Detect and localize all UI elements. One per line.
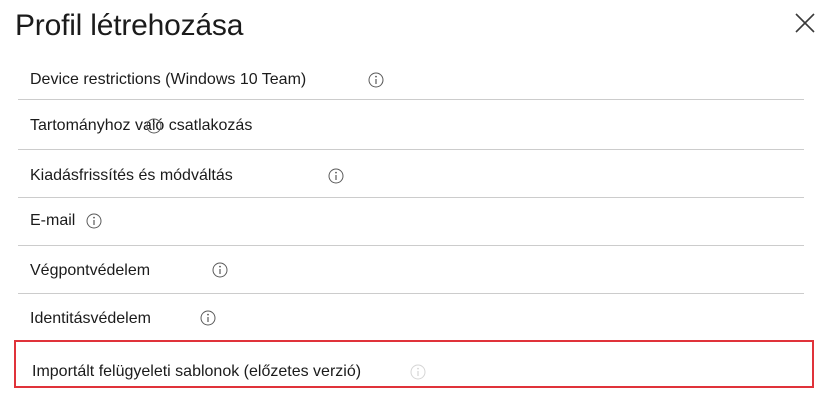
- list-item-label: Tartományhoz való csatlakozás: [30, 117, 253, 134]
- list-item[interactable]: E-mail: [18, 198, 804, 246]
- list-item-label: Kiadásfrissítés és módváltás: [30, 167, 233, 184]
- list-item-label: Végpontvédelem: [30, 262, 151, 279]
- list-item-label: Importált felügyeleti sablonok (előzetes…: [32, 363, 362, 380]
- info-icon[interactable]: [368, 72, 384, 88]
- close-icon: [795, 13, 815, 33]
- list-item-label: Identitásvédelem: [30, 310, 151, 327]
- list-item-highlighted[interactable]: Importált felügyeleti sablonok (előzetes…: [14, 340, 814, 388]
- list-item-label: Device restrictions (Windows 10 Team): [30, 71, 307, 88]
- list-item[interactable]: Identitásvédelem: [18, 294, 804, 340]
- list-item[interactable]: Kiadásfrissítés és módváltás: [18, 150, 804, 198]
- info-icon[interactable]: [86, 213, 102, 229]
- list-item[interactable]: Végpontvédelem: [18, 246, 804, 294]
- close-button[interactable]: [794, 12, 816, 34]
- info-icon[interactable]: [200, 310, 216, 326]
- list-item[interactable]: Tartományhoz való csatlakozás: [18, 100, 804, 150]
- info-icon[interactable]: [328, 168, 344, 184]
- list-item-label: E-mail: [30, 212, 76, 229]
- page-title: Profil létrehozása: [15, 9, 244, 42]
- info-icon[interactable]: [212, 262, 228, 278]
- info-icon[interactable]: [410, 364, 426, 380]
- info-icon[interactable]: [146, 118, 162, 134]
- list-item[interactable]: Device restrictions (Windows 10 Team): [18, 62, 804, 100]
